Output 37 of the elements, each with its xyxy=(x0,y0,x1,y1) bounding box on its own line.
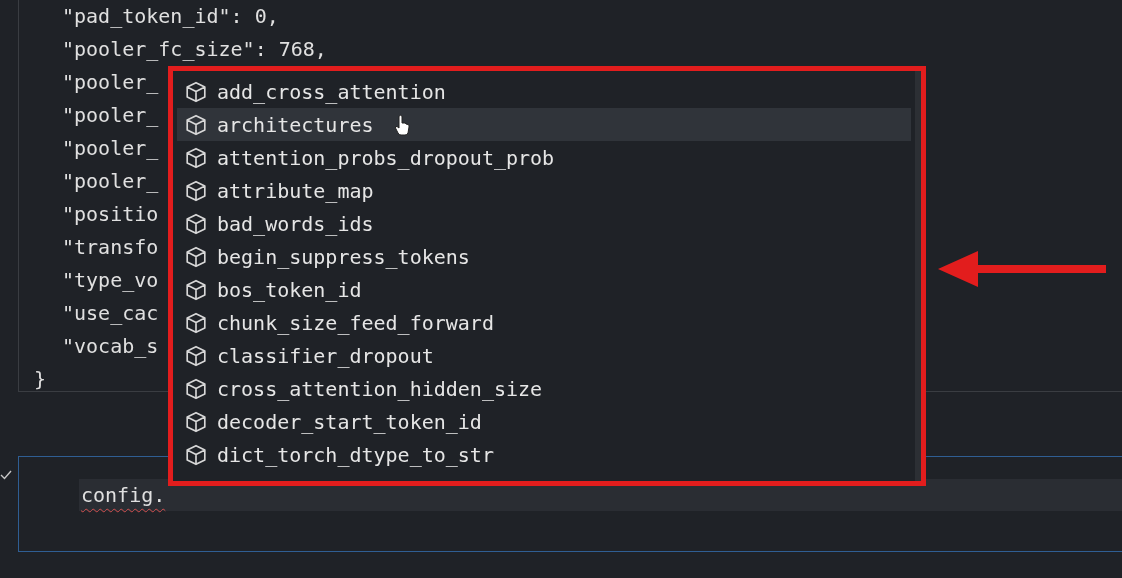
suggestion-item[interactable]: bad_words_ids xyxy=(177,207,911,240)
hand-cursor-icon xyxy=(393,113,410,136)
cube-icon xyxy=(185,410,207,433)
code-line: "pad_token_id": 0, xyxy=(61,3,279,30)
code-line: "type_vo xyxy=(61,267,159,294)
code-line: "vocab_s xyxy=(61,333,159,360)
code-line: "pooler_ xyxy=(61,102,159,129)
suggestion-item[interactable]: chunk_size_feed_forward xyxy=(177,306,911,339)
cube-icon xyxy=(185,377,207,400)
cube-icon xyxy=(185,245,207,268)
cube-icon xyxy=(185,179,207,202)
code-text: config. xyxy=(80,483,166,507)
code-line: "pooler_ xyxy=(61,69,159,96)
cube-icon xyxy=(185,80,207,103)
suggestion-item[interactable]: attention_probs_dropout_prob xyxy=(177,141,911,174)
code-line: "pooler_fc_size": 768, xyxy=(61,36,327,63)
cube-icon xyxy=(185,311,207,334)
cube-icon xyxy=(185,212,207,235)
suggestion-item[interactable]: add_cross_attention xyxy=(177,75,911,108)
code-line: "positio xyxy=(61,201,159,228)
suggestion-item[interactable]: attribute_map xyxy=(177,174,911,207)
code-line: "transfo xyxy=(61,234,159,261)
cube-icon xyxy=(185,278,207,301)
code-line: "pooler_ xyxy=(61,135,159,162)
suggestion-item[interactable]: decoder_start_token_id xyxy=(177,405,911,438)
code-line: "use_cac xyxy=(61,300,159,327)
cube-icon xyxy=(185,443,207,466)
suggestion-item[interactable]: bos_token_id xyxy=(177,273,911,306)
code-line: } xyxy=(33,366,47,393)
cube-icon xyxy=(185,146,207,169)
suggestion-item[interactable]: architectures xyxy=(177,108,911,141)
suggestion-item[interactable]: begin_suppress_tokens xyxy=(177,240,911,273)
cube-icon xyxy=(185,344,207,367)
suggestion-item[interactable]: cross_attention_hidden_size xyxy=(177,372,911,405)
suggestion-item[interactable]: classifier_dropout xyxy=(177,339,911,372)
cube-icon xyxy=(185,113,207,136)
code-line: "pooler_ xyxy=(61,168,159,195)
